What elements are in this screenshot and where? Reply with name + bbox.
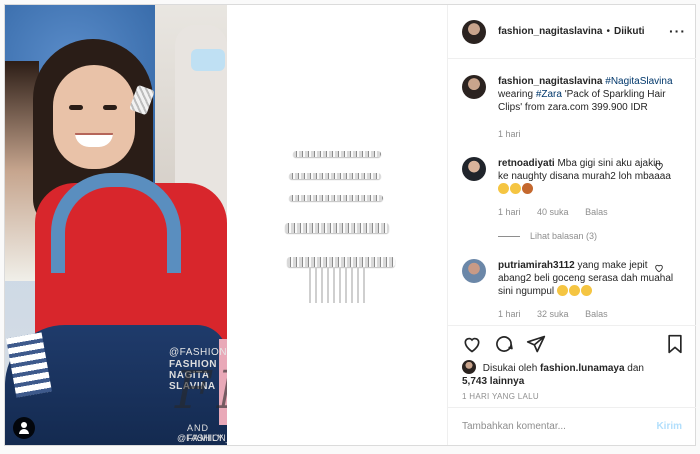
view-replies-label: Lihat balasan (3) [530,231,598,241]
post-media[interactable]: @FASHION_NAGITASLAVINA FASHION NAGITA SL… [5,5,447,445]
photo-person: @FASHION_NAGITASLAVINA FASHION NAGITA SL… [5,5,227,445]
comment-username[interactable]: putriamirah3112 [498,260,575,271]
emoji-icon [522,183,533,194]
post-sidebar: fashion_nagitaslavina • Diikuti ··· fash… [447,5,696,445]
comment-likes[interactable]: 32 suka [537,309,569,319]
avatar[interactable] [462,360,476,374]
likes-count[interactable]: 5,743 lainnya [462,376,524,387]
watermark-top: @FASHION_NAGITASLAVINA [169,347,227,358]
comment-input[interactable]: Tambahkan komentar... [462,421,656,432]
send-button[interactable]: Kirim [656,421,682,432]
avatar[interactable] [462,19,486,44]
comment-time: 1 hari [498,207,521,217]
likes-summary: Disukai oleh fashion.lunamaya dan 5,743 … [462,360,644,388]
user-tag-icon[interactable] [13,417,35,439]
reply-button[interactable]: Balas [585,207,608,217]
separator: • [606,26,610,37]
emoji-icon [556,285,568,296]
likes-prefix: Disukai oleh [482,363,538,374]
emoji-icon [510,183,521,194]
comment-icon[interactable] [494,334,514,354]
comments-list: fashion_nagitaslavina #NagitaSlavina wea… [448,59,696,325]
brand-tag-link[interactable]: #Zara [536,89,562,100]
emoji-icon [580,285,592,296]
watermark-handle: @FASHION_NAGITASLAVINA [177,433,227,443]
follow-button[interactable]: Diikuti [614,26,645,37]
caption-username[interactable]: fashion_nagitaslavina [498,76,602,87]
comment-likes[interactable]: 40 suka [537,207,569,217]
caption-time: 1 hari [498,129,521,139]
hair-clip-fringe [309,267,365,303]
hair-clip [287,257,395,267]
comment-username[interactable]: retnoadiyati [498,158,555,169]
emoji-icon [498,183,509,194]
like-comment-icon[interactable] [654,263,664,273]
comment-item: putriamirah3112 yang make jepit abang2 b… [462,259,682,325]
caption: fashion_nagitaslavina #NagitaSlavina wea… [462,75,682,145]
avatar[interactable] [462,157,486,181]
post-timestamp: 1 HARI YANG LALU [462,392,539,401]
caption-text: wearing [498,89,534,100]
hair-clip [289,173,381,179]
view-replies-button[interactable]: Lihat balasan (3) [498,231,597,241]
more-options-icon[interactable]: ··· [669,23,686,39]
liked-by-user[interactable]: fashion.lunamaya [540,363,624,374]
photo-hair-clips [227,5,447,445]
header-username[interactable]: fashion_nagitaslavina [498,26,602,37]
hair-clip [285,223,389,233]
reply-button[interactable]: Balas [585,309,608,319]
comment-item: retnoadiyati Mba gigi sini aku ajakin ke… [462,157,682,247]
like-icon[interactable] [462,334,482,354]
hair-clip [293,151,381,157]
comment-time: 1 hari [498,309,521,319]
avatar[interactable] [462,75,486,99]
instagram-post-modal: @FASHION_NAGITASLAVINA FASHION NAGITA SL… [4,4,696,446]
avatar[interactable] [462,259,486,283]
like-comment-icon[interactable] [654,161,664,171]
hair-clip [289,195,383,201]
emoji-icon [568,285,580,296]
likes-conjunction: dan [627,363,644,374]
watermark-logo: FNS [175,361,227,421]
hashtag-link[interactable]: #NagitaSlavina [605,76,672,87]
bookmark-icon[interactable] [666,334,684,354]
add-comment-bar: Tambahkan komentar... Kirim [448,407,696,445]
share-icon[interactable] [526,334,546,354]
post-header: fashion_nagitaslavina • Diikuti ··· [448,5,696,59]
